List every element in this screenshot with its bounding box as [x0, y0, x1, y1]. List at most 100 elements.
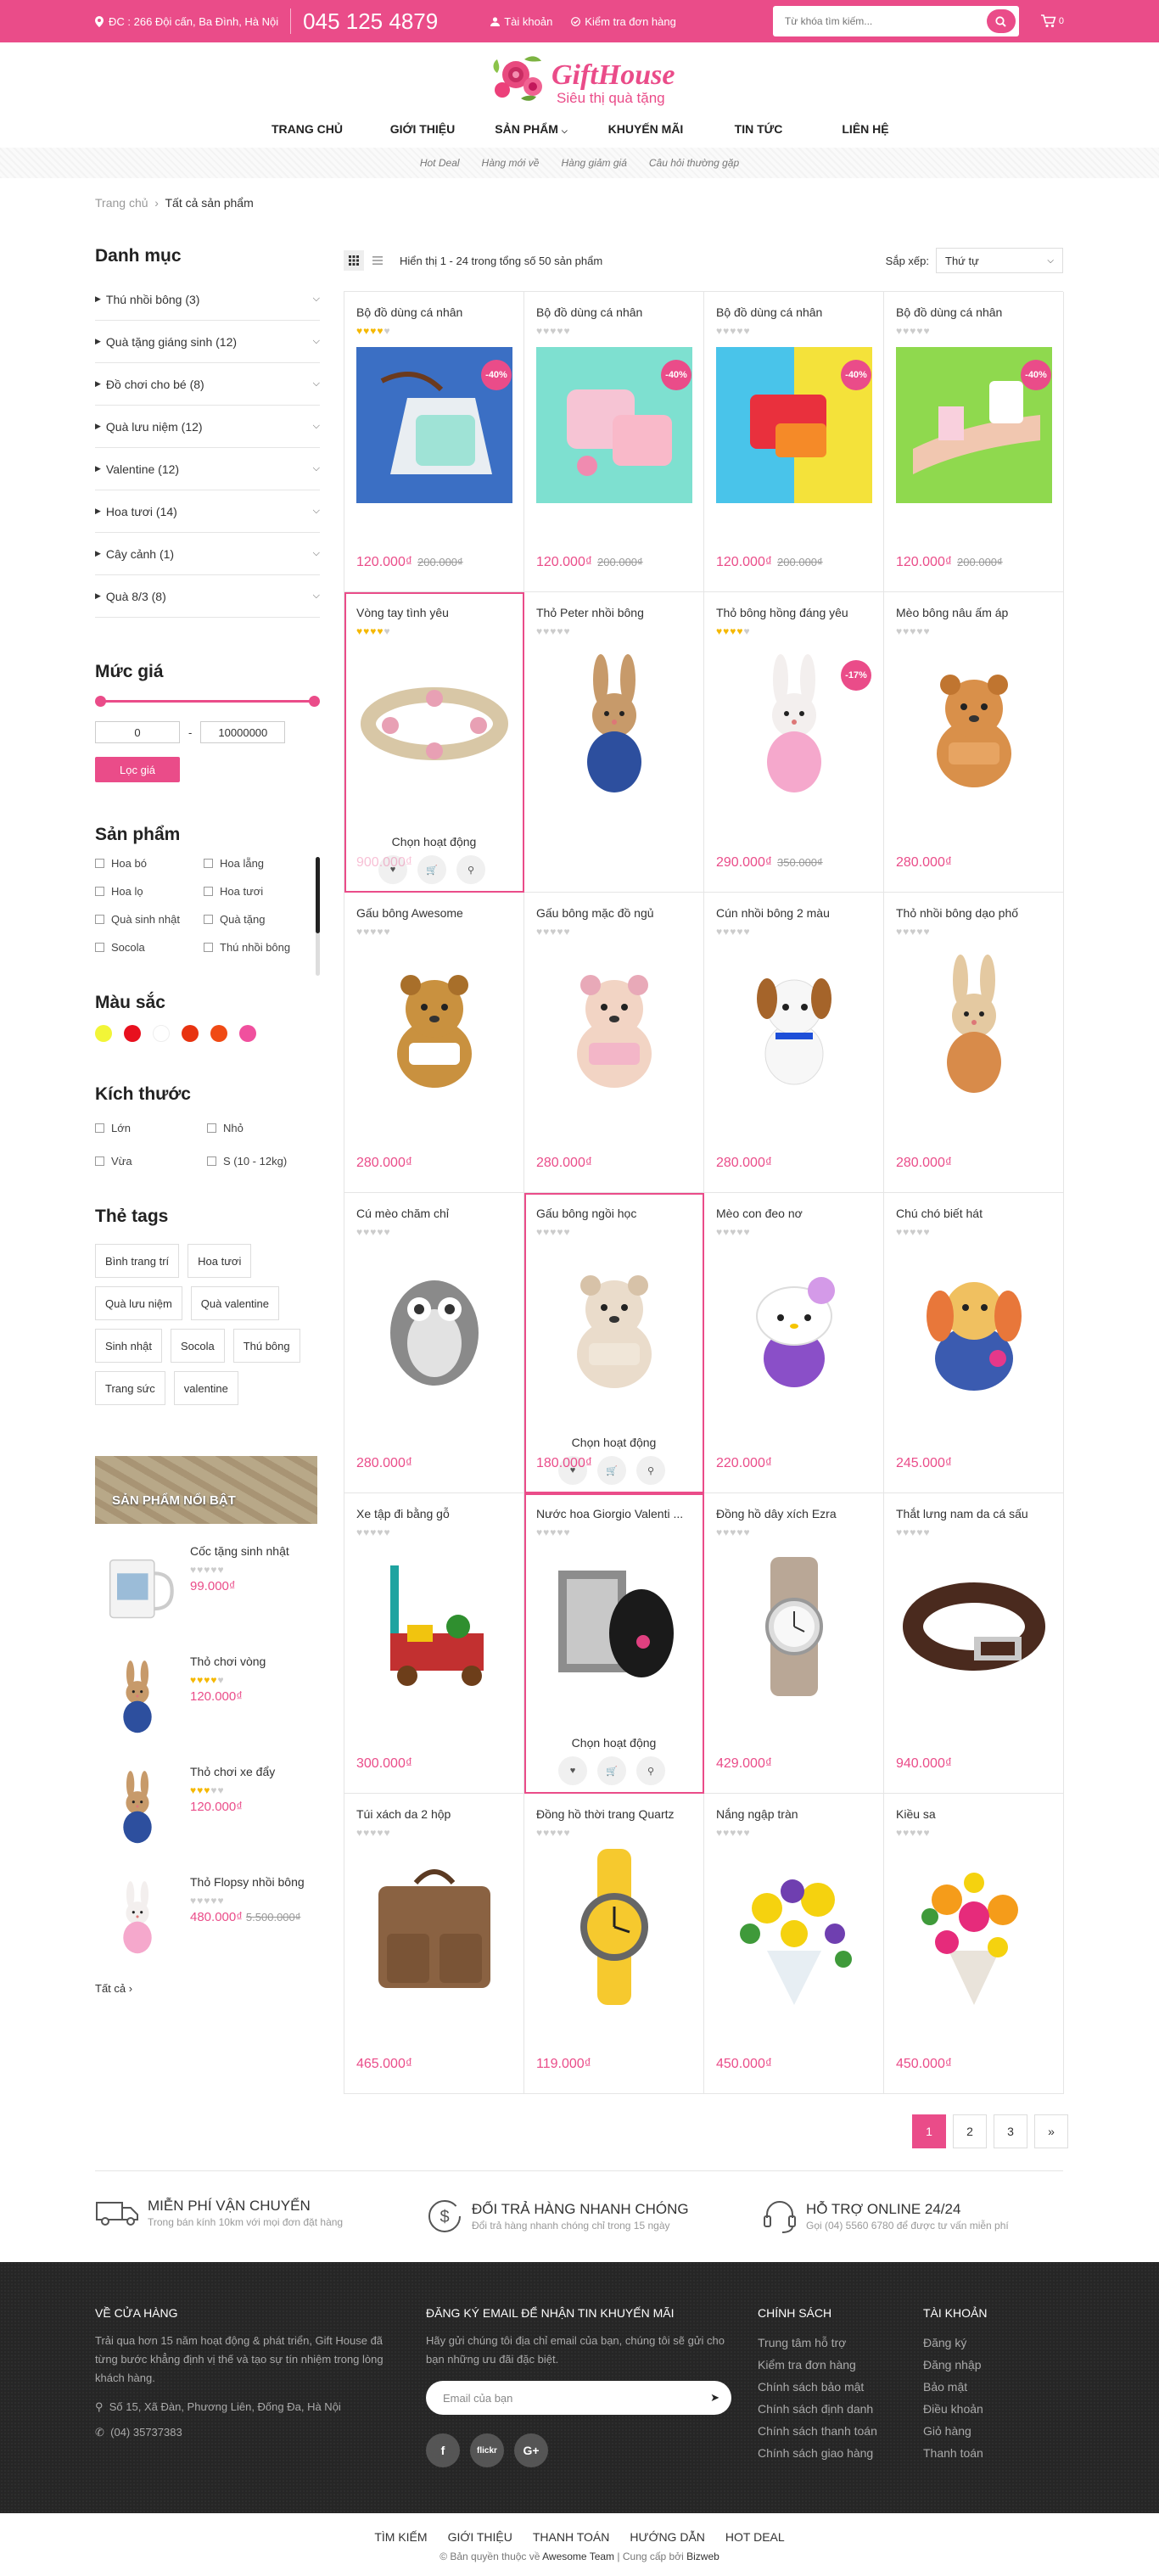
product-card[interactable]: Mèo con đeo nơ ♥♥♥♥♥ 220.000₫	[704, 1193, 884, 1493]
chevron-down-icon[interactable]: ⌵	[313, 336, 320, 347]
product-card[interactable]: Kiều sa ♥♥♥♥♥ 450.000₫	[884, 1794, 1064, 2094]
account-link[interactable]: Đăng nhập	[923, 2354, 987, 2376]
product-card[interactable]: Đồng hồ thời trang Quartz ♥♥♥♥♥ 119.000₫	[524, 1794, 704, 2094]
product-name[interactable]: Thắt lưng nam da cá sấu	[896, 1507, 1051, 1520]
cart-button[interactable]: 0	[1040, 14, 1064, 28]
product-filter-option[interactable]: Hoa lẵng	[204, 857, 312, 870]
nav-products[interactable]: SẢN PHẨM ⌵	[476, 119, 586, 139]
checkbox[interactable]	[95, 859, 104, 868]
product-card[interactable]: Bộ đồ dùng cá nhân ♥♥♥♥♥ -40% 120.000₫ 200.0…	[704, 292, 884, 592]
grid-view-button[interactable]	[344, 250, 364, 271]
tag-item[interactable]: valentine	[173, 1371, 238, 1405]
facebook-icon[interactable]: f	[426, 2433, 460, 2467]
add-to-cart-icon[interactable]: 🛒	[597, 1756, 626, 1785]
checkbox[interactable]	[204, 943, 213, 952]
subnav-faq[interactable]: Câu hỏi thường gặp	[649, 157, 739, 169]
product-name[interactable]: Bộ đồ dùng cá nhân	[536, 305, 691, 319]
product-name[interactable]: Túi xách da 2 hộp	[356, 1807, 512, 1821]
price-max-handle[interactable]	[309, 696, 320, 707]
filter-scrollbar-thumb[interactable]	[316, 857, 320, 933]
color-swatch[interactable]	[210, 1025, 227, 1042]
product-image[interactable]	[536, 948, 692, 1104]
search-input[interactable]	[784, 15, 987, 27]
wishlist-heart-icon[interactable]: ♥	[558, 1756, 587, 1785]
tag-item[interactable]: Quà lưu niệm	[95, 1286, 182, 1320]
category-item[interactable]: ▶ Đồ chơi cho bé (8) ⌵	[95, 363, 320, 406]
color-swatch[interactable]	[182, 1025, 199, 1042]
page-button[interactable]: 3	[994, 2114, 1027, 2148]
product-card[interactable]: Bộ đồ dùng cá nhân ♥♥♥♥♥ -40% 120.000₫ 200.0…	[884, 292, 1064, 592]
price-min-handle[interactable]	[95, 696, 106, 707]
tag-item[interactable]: Sinh nhật	[95, 1329, 162, 1363]
color-swatch[interactable]	[239, 1025, 256, 1042]
bottom-nav-link[interactable]: TÌM KIẾM	[374, 2530, 427, 2544]
checkbox[interactable]	[204, 887, 213, 896]
product-name[interactable]: Vòng tay tình yêu	[356, 606, 512, 619]
category-item[interactable]: ▶ Cây cảnh (1) ⌵	[95, 533, 320, 575]
checkbox[interactable]	[204, 915, 213, 924]
product-card[interactable]: Gấu bông mặc đồ ngủ ♥♥♥♥♥ 280.000₫	[524, 893, 704, 1193]
next-page-button[interactable]: »	[1034, 2114, 1068, 2148]
product-name[interactable]: Mèo con đeo nơ	[716, 1207, 871, 1220]
product-filter-option[interactable]: Hoa lọ	[95, 885, 204, 898]
search-button[interactable]	[986, 9, 1016, 33]
quick-view-search-icon[interactable]: ⚲	[636, 1756, 665, 1785]
chevron-down-icon[interactable]: ⌵	[313, 378, 320, 389]
policy-link[interactable]: Chính sách giao hàng	[758, 2442, 877, 2464]
quick-view-search-icon[interactable]: ⚲	[456, 855, 485, 884]
product-name[interactable]: Nắng ngập tràn	[716, 1807, 871, 1821]
category-item[interactable]: ▶ Quà tặng giáng sinh (12) ⌵	[95, 321, 320, 363]
chevron-down-icon[interactable]: ⌵	[313, 463, 320, 474]
product-filter-option[interactable]: Thú nhồi bông	[204, 941, 312, 954]
chevron-down-icon[interactable]: ⌵	[313, 421, 320, 432]
subnav-new-arrivals[interactable]: Hàng mới về	[482, 157, 540, 169]
bottom-nav-link[interactable]: THANH TOÁN	[533, 2530, 610, 2544]
product-name[interactable]: Bộ đồ dùng cá nhân	[716, 305, 871, 319]
add-to-cart-icon[interactable]: 🛒	[597, 1456, 626, 1485]
product-name[interactable]: Đồng hồ thời trang Quartz	[536, 1807, 691, 1821]
checkbox[interactable]	[95, 1123, 104, 1133]
featured-thumbnail[interactable]	[95, 1651, 180, 1744]
policy-link[interactable]: Chính sách định danh	[758, 2398, 877, 2420]
product-image[interactable]	[896, 1548, 1052, 1705]
featured-thumbnail[interactable]	[95, 1872, 180, 1965]
bottom-nav-link[interactable]: HOT DEAL	[725, 2530, 785, 2544]
product-image[interactable]	[716, 948, 872, 1104]
featured-thumbnail[interactable]	[95, 1761, 180, 1855]
product-image[interactable]	[536, 647, 692, 804]
chevron-down-icon[interactable]: ⌵	[313, 294, 320, 305]
product-card[interactable]: Thỏ Peter nhồi bông ♥♥♥♥♥	[524, 592, 704, 893]
product-card[interactable]: Nắng ngập tràn ♥♥♥♥♥ 450.000₫	[704, 1794, 884, 2094]
product-name[interactable]: Bộ đồ dùng cá nhân	[356, 305, 512, 319]
featured-item[interactable]: Cốc tặng sinh nhật ♥♥♥♥♥ 99.000₫	[95, 1541, 320, 1634]
quick-view-search-icon[interactable]: ⚲	[636, 1456, 665, 1485]
hotline-phone[interactable]: 045 125 4879	[303, 8, 438, 35]
product-image[interactable]	[896, 1248, 1052, 1404]
product-image[interactable]	[896, 1849, 1052, 2005]
product-card[interactable]: Vòng tay tình yêu ♥♥♥♥♥ Chọn hoạt động ♥ 🛒 ⚲ 9…	[344, 592, 524, 893]
product-filter-option[interactable]: Socola	[95, 941, 204, 954]
size-option[interactable]: Nhỏ	[207, 1122, 319, 1134]
product-card[interactable]: Thỏ bông hồng đáng yêu ♥♥♥♥♥ -17% 290.000₫ 3…	[704, 592, 884, 893]
product-name[interactable]: Chú chó biết hát	[896, 1207, 1051, 1220]
featured-item[interactable]: Thỏ chơi vòng ♥♥♥♥♥ 120.000₫	[95, 1651, 320, 1744]
product-card[interactable]: Cú mèo chăm chỉ ♥♥♥♥♥ 280.000₫	[344, 1193, 524, 1493]
price-min-input[interactable]: 0	[95, 721, 180, 743]
product-card[interactable]: Gấu bông ngồi học ♥♥♥♥♥ Chọn hoạt động ♥ 🛒 ⚲ 1…	[524, 1193, 704, 1493]
category-item[interactable]: ▶ Valentine (12) ⌵	[95, 448, 320, 490]
product-image[interactable]	[356, 1248, 512, 1404]
bottom-nav-link[interactable]: HƯỚNG DẪN	[630, 2530, 705, 2544]
product-name[interactable]: Gấu bông mặc đồ ngủ	[536, 906, 691, 920]
checkbox[interactable]	[207, 1156, 216, 1166]
size-option[interactable]: Lớn	[95, 1122, 207, 1134]
newsletter-email-input[interactable]: Email của bạn ➤	[426, 2381, 731, 2415]
size-option[interactable]: S (10 - 12kg)	[207, 1155, 319, 1168]
checkbox[interactable]	[95, 1156, 104, 1166]
checkbox[interactable]	[95, 887, 104, 896]
product-name[interactable]: Gấu bông ngồi học	[536, 1207, 691, 1220]
featured-thumbnail[interactable]	[95, 1541, 180, 1634]
product-card[interactable]: Đồng hồ dây xích Ezra ♥♥♥♥♥ 429.000₫	[704, 1493, 884, 1794]
see-all-link[interactable]: Tất cả ›	[95, 1982, 320, 1995]
category-item[interactable]: ▶ Quà lưu niệm (12) ⌵	[95, 406, 320, 448]
product-image[interactable]	[536, 1849, 692, 2005]
